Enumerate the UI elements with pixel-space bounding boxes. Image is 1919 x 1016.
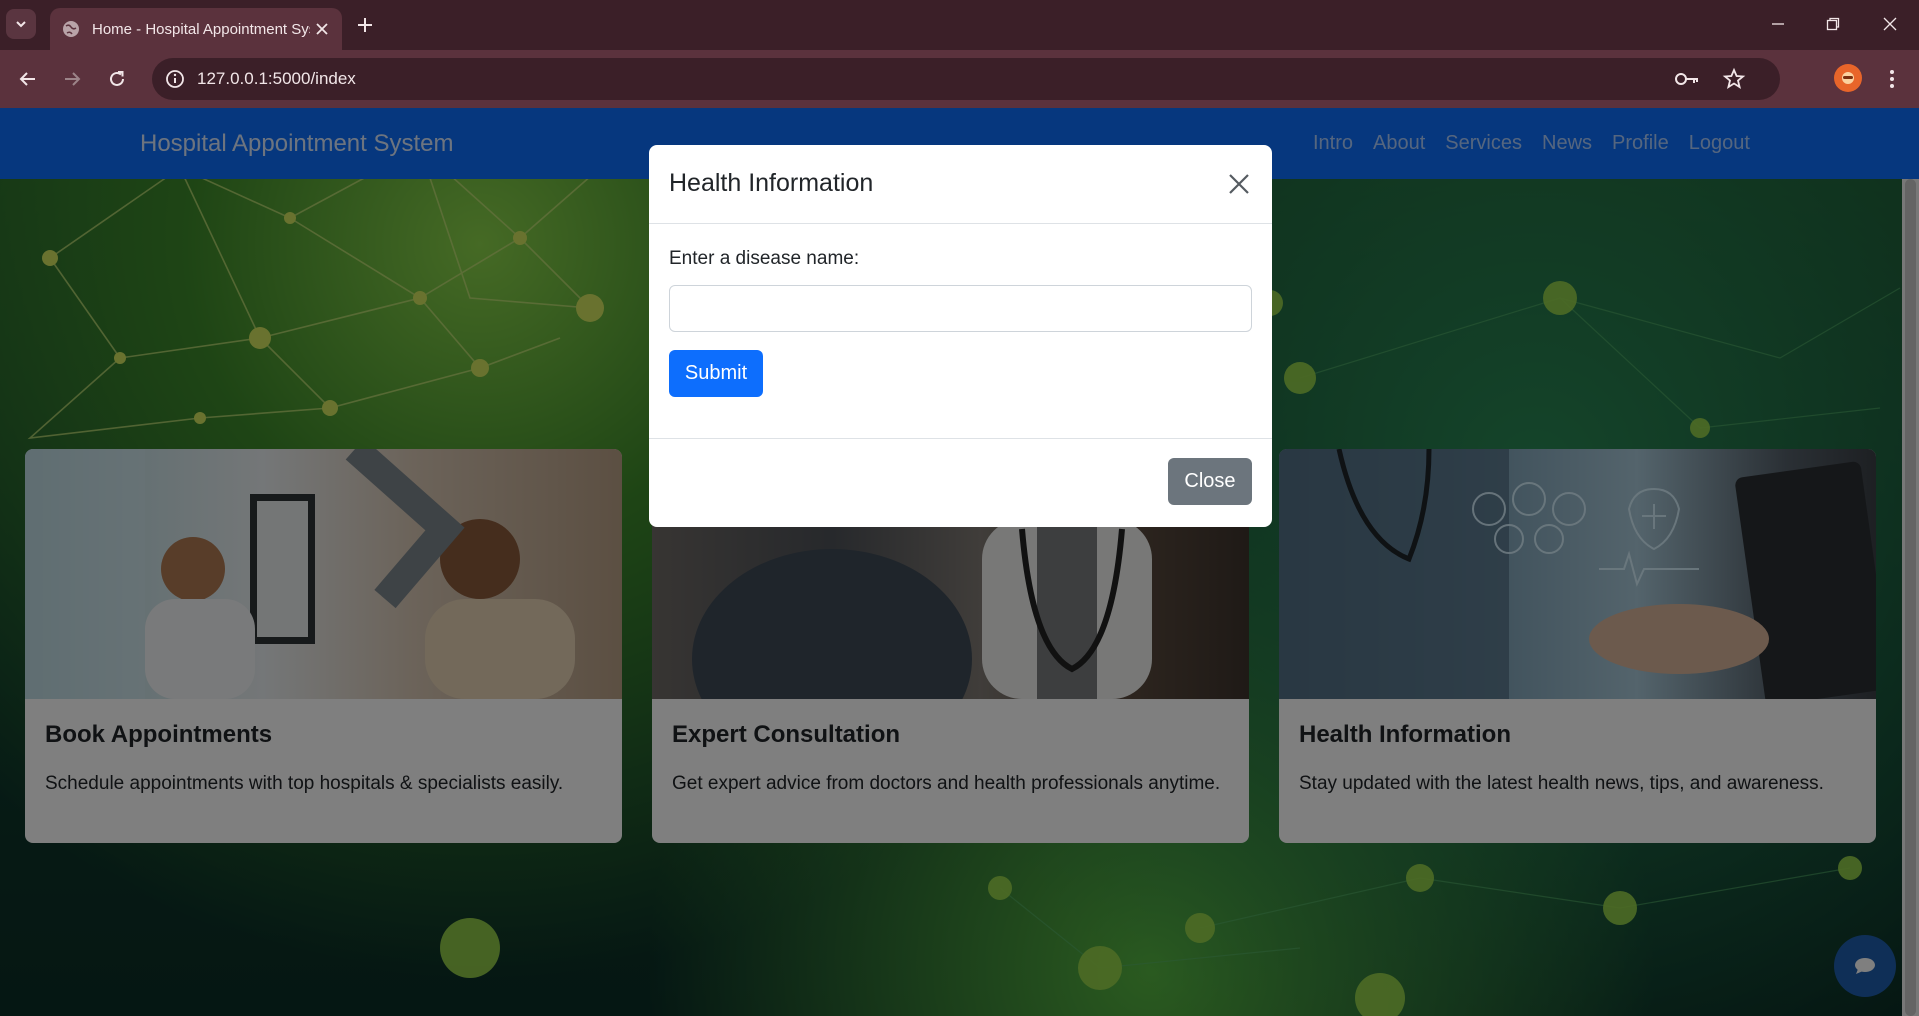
window-close-icon[interactable] xyxy=(1870,8,1910,40)
modal-body: Enter a disease name: Submit xyxy=(649,224,1272,439)
forward-icon[interactable] xyxy=(56,63,88,95)
modal-header: Health Information xyxy=(649,145,1272,224)
browser-tab[interactable]: Home - Hospital Appointment System xyxy=(50,8,342,50)
tab-title: Home - Hospital Appointment System xyxy=(92,20,310,38)
minimize-icon[interactable] xyxy=(1758,8,1798,40)
globe-icon xyxy=(63,21,79,37)
address-bar[interactable]: 127.0.0.1:5000/index xyxy=(152,58,1780,100)
modal-title: Health Information xyxy=(669,169,874,197)
key-icon[interactable] xyxy=(1674,68,1700,90)
submit-button[interactable]: Submit xyxy=(669,350,763,397)
back-icon[interactable] xyxy=(12,63,44,95)
browser-tabstrip: Home - Hospital Appointment System xyxy=(0,0,1919,50)
restore-icon[interactable] xyxy=(1813,8,1853,40)
health-information-modal: Health Information Enter a disease name:… xyxy=(649,145,1272,527)
profile-avatar[interactable] xyxy=(1834,64,1862,92)
close-icon[interactable] xyxy=(1222,167,1256,201)
close-icon[interactable] xyxy=(312,19,332,39)
page-content: Hospital Appointment System Intro About … xyxy=(0,108,1919,1016)
tab-search-icon[interactable] xyxy=(6,9,36,39)
reload-icon[interactable] xyxy=(101,63,133,95)
url-text: 127.0.0.1:5000/index xyxy=(197,69,356,88)
star-icon[interactable] xyxy=(1722,67,1746,91)
close-button[interactable]: Close xyxy=(1168,458,1252,505)
site-info-icon[interactable] xyxy=(164,68,186,90)
plus-icon xyxy=(358,18,372,32)
browser-toolbar: 127.0.0.1:5000/index xyxy=(0,50,1919,108)
kebab-menu-icon[interactable] xyxy=(1880,63,1904,95)
new-tab-button[interactable] xyxy=(352,12,378,38)
disease-name-input[interactable] xyxy=(669,285,1252,332)
disease-name-label: Enter a disease name: xyxy=(669,248,860,269)
